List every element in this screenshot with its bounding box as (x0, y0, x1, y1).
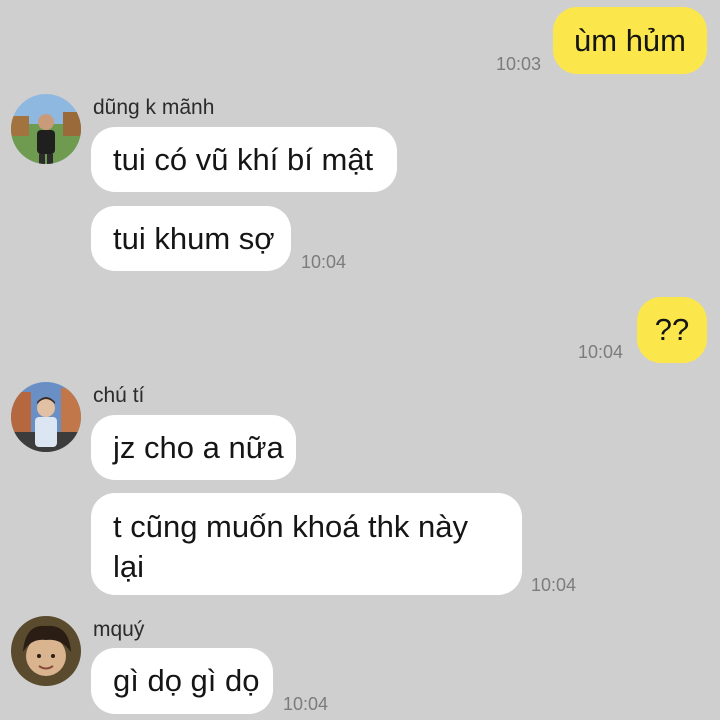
message-timestamp: 10:04 (531, 575, 577, 595)
incoming-message-bubble[interactable]: tui có vũ khí bí mật (91, 127, 397, 192)
sender-name: mquý (93, 618, 145, 641)
outgoing-message-bubble[interactable]: ?? (637, 297, 707, 363)
incoming-message-bubble[interactable]: gì dọ gì dọ (91, 648, 273, 714)
sender-avatar[interactable] (11, 94, 81, 164)
message-text: gì dọ gì dọ (113, 663, 260, 698)
message-text: ?? (654, 312, 690, 347)
message-text: jz cho a nữa (113, 429, 284, 465)
message-timestamp: 10:04 (283, 694, 329, 714)
message-timestamp: 10:03 (496, 54, 542, 74)
sender-avatar[interactable] (11, 616, 81, 686)
message-timestamp: 10:04 (301, 252, 347, 272)
sender-name: dũng k mãnh (93, 96, 215, 119)
message-text: tui có vũ khí bí mật (113, 141, 374, 177)
user-avatar-photo-icon (11, 616, 81, 686)
message-text: ùm hủm (574, 22, 686, 58)
message-text: t cũng muốn khoá thk này lại (113, 509, 469, 584)
user-avatar-photo-icon (11, 382, 81, 452)
incoming-message-bubble[interactable]: tui khum sợ (91, 206, 291, 271)
outgoing-message-bubble[interactable]: ùm hủm (553, 7, 707, 74)
incoming-message-bubble[interactable]: jz cho a nữa (91, 415, 296, 480)
message-timestamp: 10:04 (578, 342, 624, 362)
chat-message-list[interactable]: ùm hủm 10:03 dũng k mãnh tui có vũ khí b… (0, 0, 720, 720)
sender-name: chú tí (93, 384, 145, 407)
incoming-message-bubble[interactable]: t cũng muốn khoá thk này lại (91, 493, 522, 595)
sender-avatar[interactable] (11, 382, 81, 452)
user-avatar-photo-icon (11, 94, 81, 164)
message-text: tui khum sợ (113, 220, 275, 256)
